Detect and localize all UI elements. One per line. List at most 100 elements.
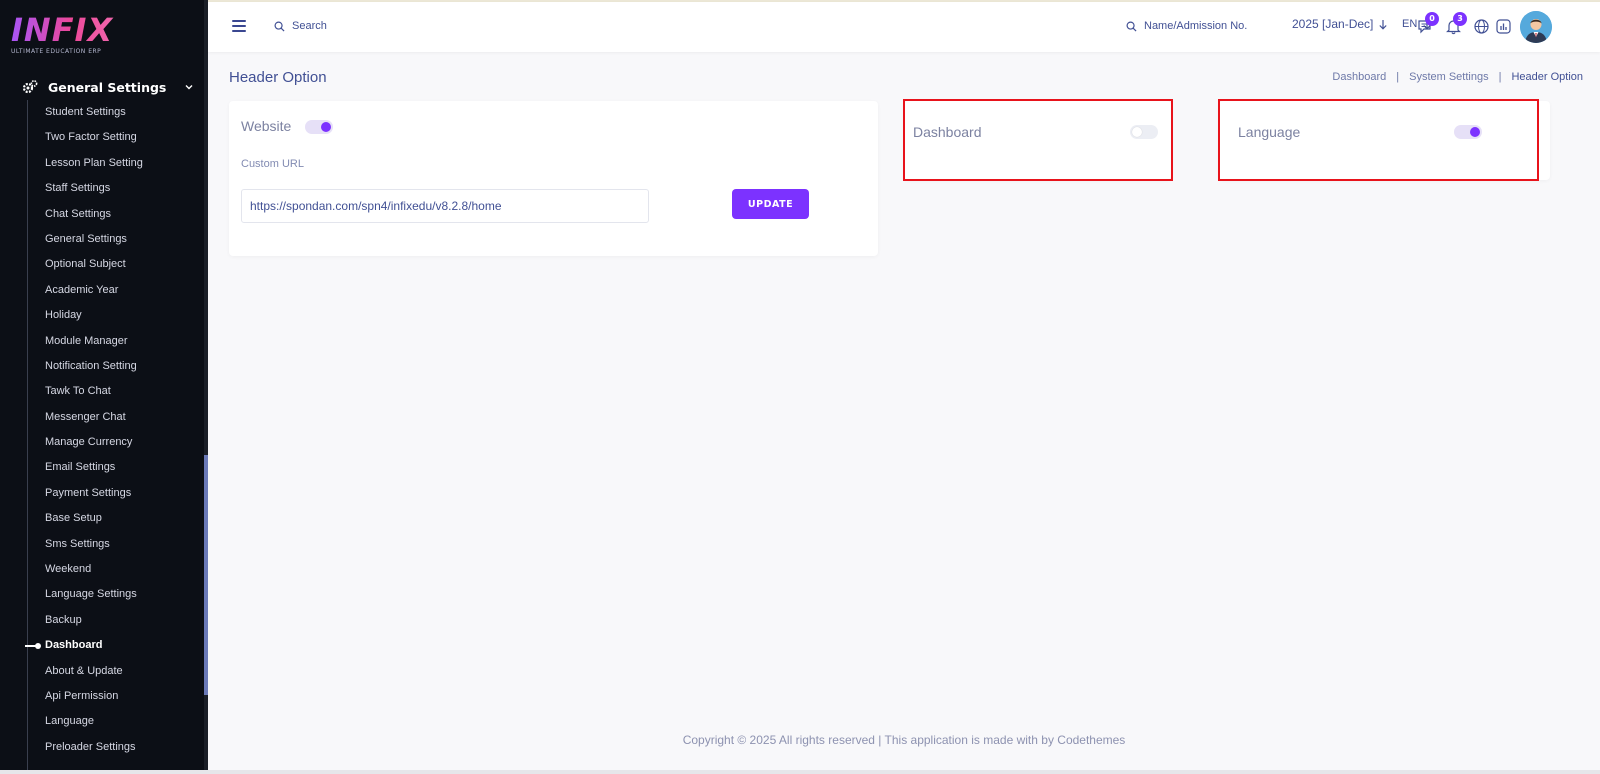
notifications-button[interactable]: 3	[1445, 12, 1467, 35]
logo-text: INFIX	[11, 14, 131, 46]
menu-tree-line	[27, 100, 28, 774]
menu-toggle-icon[interactable]	[232, 20, 246, 32]
window-bottom-edge	[0, 770, 1600, 774]
sidebar-item-label: Dashboard	[45, 639, 103, 652]
sidebar-item-manage-currency[interactable]: Manage Currency	[45, 435, 143, 460]
sidebar-item-label: Academic Year	[45, 283, 119, 296]
sidebar-item-module-manager[interactable]: Module Manager	[45, 334, 143, 359]
notifications-count-badge: 3	[1453, 12, 1467, 26]
sidebar-item-label: Backup	[45, 613, 82, 626]
sidebar-item-language[interactable]: Language	[45, 714, 143, 739]
footer-copyright: Copyright © 2025 All rights reserved | T…	[682, 733, 1126, 747]
language-value: EN	[1402, 18, 1418, 30]
sidebar-item-optional-subject[interactable]: Optional Subject	[45, 257, 143, 282]
sidebar-item-label: Weekend	[45, 563, 92, 576]
breadcrumb-system-settings[interactable]: System Settings	[1409, 71, 1488, 83]
website-label: Website	[241, 118, 292, 134]
sidebar-item-label: Optional Subject	[45, 258, 126, 271]
top-navbar: 2025 [Jan-Dec] EN 0	[208, 2, 1600, 52]
chevron-down-icon	[185, 85, 193, 90]
breadcrumb-dashboard[interactable]: Dashboard	[1332, 71, 1386, 83]
sidebar-group-label: General Settings	[48, 79, 167, 95]
sidebar-group-general-settings[interactable]: General Settings	[22, 76, 194, 98]
custom-url-input[interactable]	[241, 189, 649, 223]
sidebar-item-label: Api Permission	[45, 689, 119, 702]
update-button[interactable]: UPDATE	[732, 189, 809, 219]
user-avatar[interactable]	[1520, 11, 1552, 43]
breadcrumb-separator: |	[1396, 71, 1400, 83]
sidebar-item-staff-settings[interactable]: Staff Settings	[45, 181, 143, 206]
breadcrumb-separator: |	[1498, 71, 1502, 83]
brand-logo[interactable]: INFIX ULTIMATE EDUCATION ERP	[11, 14, 131, 60]
sidebar-item-label: Lesson Plan Setting	[45, 156, 143, 169]
sidebar-item-holiday[interactable]: Holiday	[45, 308, 143, 333]
search-icon	[1126, 21, 1137, 32]
sidebar: INFIX ULTIMATE EDUCATION ERP General Set…	[0, 0, 208, 774]
sidebar-item-label: Holiday	[45, 309, 82, 322]
sidebar-item-label: About & Update	[45, 664, 123, 677]
sidebar-item-api-permission[interactable]: Api Permission	[45, 689, 143, 714]
sidebar-item-two-factor-setting[interactable]: Two Factor Setting	[45, 130, 143, 155]
gears-icon	[22, 80, 38, 94]
sidebar-item-payment-settings[interactable]: Payment Settings	[45, 486, 143, 511]
sidebar-item-lesson-plan-setting[interactable]: Lesson Plan Setting	[45, 156, 143, 181]
global-search	[274, 16, 454, 36]
sidebar-item-label: Two Factor Setting	[45, 131, 137, 144]
arrow-down-icon	[1379, 19, 1388, 30]
sidebar-item-sms-settings[interactable]: Sms Settings	[45, 537, 143, 562]
sidebar-item-label: Staff Settings	[45, 182, 111, 195]
sidebar-item-label: Sms Settings	[45, 537, 110, 550]
student-search	[1126, 16, 1266, 36]
page-title: Header Option	[229, 69, 327, 86]
academic-year-select[interactable]: 2025 [Jan-Dec]	[1292, 17, 1388, 31]
logo-subtitle: ULTIMATE EDUCATION ERP	[11, 48, 102, 55]
sidebar-item-email-settings[interactable]: Email Settings	[45, 460, 143, 485]
sidebar-item-label: Base Setup	[45, 512, 102, 525]
sidebar-item-label: Tawk To Chat	[45, 385, 111, 398]
reports-button[interactable]	[1495, 18, 1512, 35]
sidebar-item-label: General Settings	[45, 232, 127, 245]
sidebar-item-label: Email Settings	[45, 461, 116, 474]
sidebar-item-weekend[interactable]: Weekend	[45, 562, 143, 587]
app-window: INFIX ULTIMATE EDUCATION ERP General Set…	[0, 0, 1600, 774]
active-indicator	[25, 643, 41, 650]
website-toggle[interactable]	[305, 120, 333, 134]
sidebar-item-label: Language	[45, 715, 94, 728]
sidebar-item-label: Payment Settings	[45, 486, 132, 499]
sidebar-item-academic-year[interactable]: Academic Year	[45, 283, 143, 308]
search-icon	[274, 21, 285, 32]
website-option-card: Website Custom URL UPDATE	[229, 101, 878, 256]
sidebar-item-messenger-chat[interactable]: Messenger Chat	[45, 410, 143, 435]
sidebar-item-label: Notification Setting	[45, 359, 137, 372]
sidebar-item-label: Chat Settings	[45, 207, 112, 220]
website-button[interactable]	[1473, 18, 1490, 35]
sidebar-item-general-settings[interactable]: General Settings	[45, 232, 143, 257]
sidebar-item-label: Manage Currency	[45, 436, 133, 449]
messages-button[interactable]: 0	[1417, 12, 1439, 35]
user-portrait-icon	[1520, 11, 1552, 43]
sidebar-scrollbar-thumb[interactable]	[204, 455, 208, 695]
sidebar-item-about-update[interactable]: About & Update	[45, 664, 143, 689]
sidebar-item-label: Module Manager	[45, 334, 128, 347]
sidebar-item-label: Student Settings	[45, 106, 126, 118]
highlight-box-language	[1218, 99, 1539, 181]
sidebar-item-backup[interactable]: Backup	[45, 613, 143, 638]
student-search-input[interactable]	[1142, 19, 1266, 33]
sidebar-submenu: Student Settings Two Factor Setting Less…	[25, 105, 143, 765]
analytics-icon	[1496, 19, 1511, 34]
sidebar-item-base-setup[interactable]: Base Setup	[45, 511, 143, 536]
globe-icon	[1474, 19, 1489, 34]
sidebar-item-tawk-to-chat[interactable]: Tawk To Chat	[45, 384, 143, 409]
breadcrumb-current: Header Option	[1511, 71, 1583, 83]
sidebar-item-notification-setting[interactable]: Notification Setting	[45, 359, 143, 384]
custom-url-label: Custom URL	[241, 158, 304, 170]
sidebar-item-label: Preloader Settings	[45, 740, 136, 753]
sidebar-item-language-settings[interactable]: Language Settings	[45, 587, 143, 612]
sidebar-item-chat-settings[interactable]: Chat Settings	[45, 207, 143, 232]
breadcrumb: Dashboard | System Settings | Header Opt…	[1332, 71, 1583, 83]
sidebar-item-preloader-settings[interactable]: Preloader Settings	[45, 740, 143, 765]
sidebar-item-student-settings[interactable]: Student Settings	[45, 105, 143, 130]
search-input[interactable]	[290, 19, 454, 33]
messages-count-badge: 0	[1425, 12, 1439, 26]
sidebar-item-dashboard[interactable]: Dashboard	[25, 638, 143, 663]
